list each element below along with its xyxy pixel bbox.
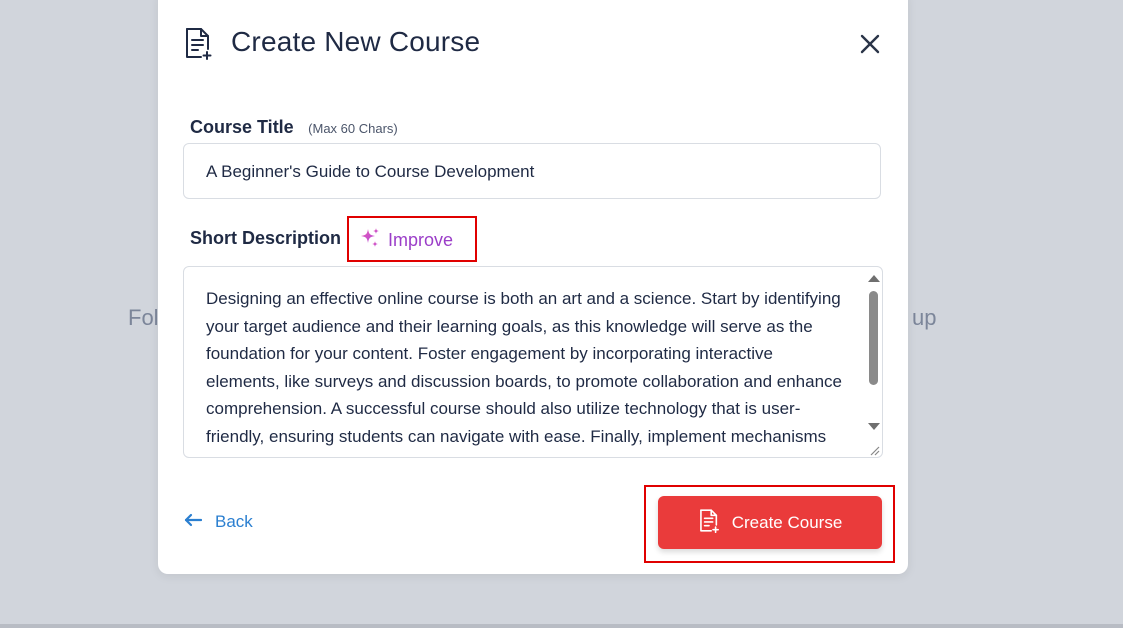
close-icon[interactable] <box>858 32 882 56</box>
page-bottom-divider <box>0 624 1123 628</box>
course-title-hint: (Max 60 Chars) <box>308 121 398 136</box>
sparkle-icon <box>359 227 388 254</box>
scroll-up-arrow-icon[interactable] <box>868 275 880 282</box>
document-plus-icon <box>183 26 213 60</box>
improve-button[interactable]: Improve <box>359 227 453 254</box>
course-title-label-row: Course Title (Max 60 Chars) <box>190 117 398 138</box>
resize-handle-icon[interactable] <box>868 443 880 456</box>
scrollbar-thumb[interactable] <box>869 291 878 385</box>
modal-header: Create New Course <box>158 0 908 90</box>
improve-label: Improve <box>388 230 454 250</box>
create-course-button[interactable]: Create Course <box>658 496 882 549</box>
short-description-textarea[interactable]: Designing an effective online course is … <box>183 266 883 458</box>
background-text-right: up <box>912 305 937 330</box>
back-button[interactable]: Back <box>184 512 253 532</box>
textarea-scrollbar[interactable] <box>864 267 882 447</box>
background-text-left: Fol <box>128 305 159 330</box>
create-course-label: Create Course <box>731 512 843 532</box>
document-plus-icon <box>698 508 732 538</box>
improve-highlight: Improve <box>347 216 477 262</box>
create-course-modal: Create New Course Course Title (Max 60 C… <box>158 0 908 574</box>
course-title-input[interactable]: A Beginner's Guide to Course Development <box>183 143 881 199</box>
arrow-left-icon <box>184 512 215 532</box>
modal-title: Create New Course <box>231 26 481 57</box>
course-title-label: Course Title <box>190 117 294 137</box>
short-description-text: Designing an effective online course is … <box>206 289 842 457</box>
scroll-down-arrow-icon[interactable] <box>868 423 880 430</box>
short-description-label-row: Short Description <box>190 228 341 249</box>
create-course-highlight: Create Course <box>644 485 895 563</box>
back-label: Back <box>215 512 253 531</box>
short-description-label: Short Description <box>190 228 342 248</box>
